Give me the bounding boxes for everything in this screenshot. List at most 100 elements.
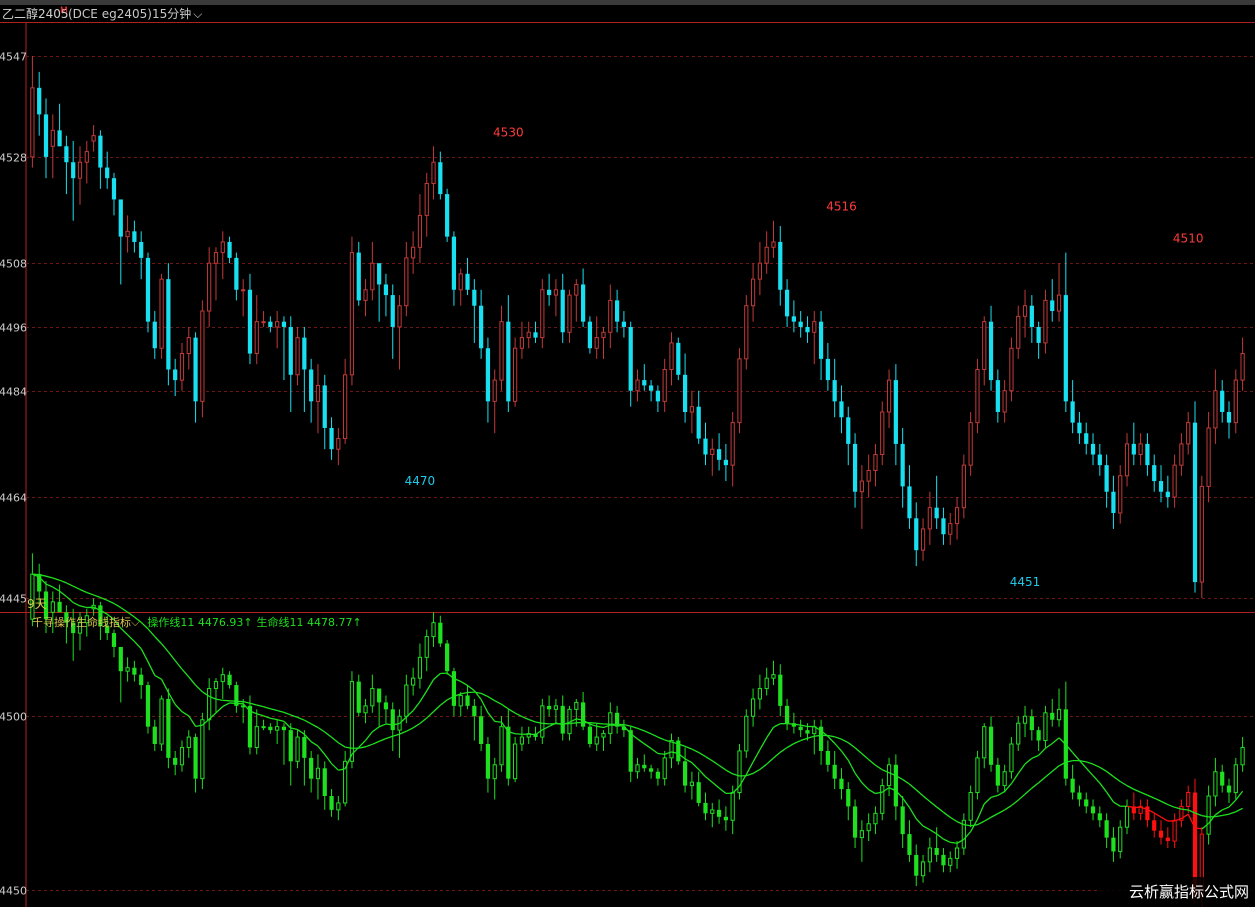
indicator-body — [329, 796, 334, 810]
candle-body — [852, 443, 858, 492]
life-line-segment — [766, 757, 774, 765]
life-line-segment — [1181, 808, 1189, 811]
indicator-body — [472, 705, 477, 717]
high-price-label: 4530 — [493, 125, 524, 139]
candle-body — [472, 289, 477, 306]
indicator-body — [703, 802, 708, 814]
life-line-segment — [698, 751, 706, 758]
life-line-segment — [1215, 814, 1223, 818]
kline-chart[interactable]: 4547 4528 4508 4496 4484 4464 4445 4500 4450 4530… — [0, 0, 1255, 907]
indicator-body — [125, 667, 130, 672]
indicator-body — [710, 809, 715, 814]
life-line-segment — [915, 789, 924, 797]
life-line-segment — [174, 660, 183, 670]
operation-line-segment — [657, 752, 665, 755]
candle-body — [628, 326, 633, 391]
life-line-segment — [841, 738, 849, 744]
indicator-body — [1233, 764, 1238, 794]
candle-body — [519, 337, 525, 349]
candle-body — [1165, 491, 1170, 498]
life-line-segment — [161, 643, 169, 653]
indicator-body — [941, 854, 946, 866]
indicator-body — [601, 733, 606, 738]
life-line-segment — [113, 602, 122, 609]
operation-line-segment — [120, 627, 129, 636]
life-line-segment — [875, 764, 883, 771]
life-line-segment — [399, 730, 407, 735]
candle-body — [1199, 485, 1204, 583]
indicator-body — [1029, 716, 1034, 731]
indicator-body — [662, 757, 667, 780]
indicator-body — [893, 764, 898, 807]
indicator-body — [173, 757, 178, 765]
high-price-label: 4516 — [826, 200, 857, 214]
operation-line-segment — [45, 583, 54, 588]
candle-body — [77, 161, 83, 179]
life-line-segment — [1011, 799, 1019, 807]
life-line-segment — [1045, 770, 1053, 778]
candle-body — [948, 523, 953, 535]
indicator-body — [866, 823, 871, 832]
life-line-segment — [1092, 763, 1101, 768]
indicator-body — [948, 857, 953, 866]
y-tick-label: 4508 — [0, 258, 27, 271]
candle-body — [397, 305, 402, 328]
operation-line-segment — [976, 803, 985, 820]
indicator-body — [553, 705, 559, 710]
candle-body — [914, 518, 919, 551]
indicator-body — [1206, 795, 1211, 835]
indicator-body — [723, 816, 728, 821]
indicator-body — [628, 730, 633, 772]
candle-body — [662, 368, 667, 402]
candle-body — [1022, 305, 1028, 317]
life-line-segment — [752, 768, 761, 774]
indicator-body — [424, 636, 429, 658]
candle-body — [159, 278, 164, 349]
candle-body — [458, 273, 463, 291]
life-line-segment — [283, 711, 291, 716]
indicator-body — [322, 768, 327, 796]
indicator-body — [574, 701, 579, 710]
candle-body — [1009, 347, 1014, 392]
candle-body — [716, 449, 722, 460]
indicator-name[interactable]: 千寻操作生命线指标⌵ — [32, 615, 140, 629]
operation-line-segment — [929, 829, 937, 835]
indicator-body — [682, 761, 688, 786]
indicator-body — [982, 726, 987, 759]
candle-body — [1213, 390, 1218, 429]
indicator-body — [1240, 746, 1245, 766]
indicator-body — [1097, 813, 1102, 821]
indicator-body — [975, 757, 980, 794]
life-line-segment — [630, 725, 638, 729]
life-line-segment — [365, 743, 373, 748]
indicator-body — [832, 764, 837, 779]
operation-line-segment — [1085, 767, 1094, 777]
operation-line-segment — [215, 706, 224, 714]
life-line-segment — [1113, 776, 1121, 783]
life-line-segment — [1133, 788, 1141, 793]
operation-line-value: 操作线11 4476.93↑ — [147, 615, 252, 629]
life-line-segment — [569, 722, 577, 725]
indicator-body — [1043, 712, 1048, 742]
operation-line-segment — [161, 679, 169, 693]
operation-line-segment — [1092, 775, 1101, 784]
candle-body — [866, 469, 871, 482]
candle-body — [682, 374, 688, 412]
life-line-segment — [854, 747, 863, 755]
candle-body — [771, 241, 776, 248]
y-tick-label: 4547 — [0, 51, 27, 64]
candle-body — [1138, 443, 1143, 456]
candle-body — [404, 257, 409, 307]
life-line-segment — [331, 736, 339, 744]
life-line-segment — [542, 722, 550, 725]
candle-body — [485, 348, 491, 402]
life-line-segment — [1004, 804, 1012, 811]
life-line-segment — [847, 742, 856, 749]
candle-body — [961, 464, 966, 509]
candle-body — [132, 231, 137, 242]
life-line-segment — [773, 751, 781, 759]
indicator-body — [458, 694, 463, 707]
candle-body — [268, 321, 273, 327]
operation-line-segment — [868, 788, 876, 795]
candle-body — [941, 518, 946, 535]
